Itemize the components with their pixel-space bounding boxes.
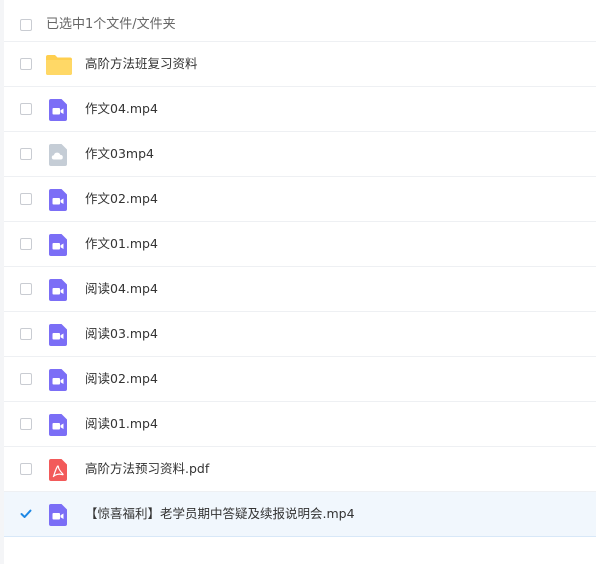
file-list-panel: 已选中1个文件/文件夹 高阶方法班复习资料 作文04.mp4 作文03mp4 作… — [0, 0, 596, 564]
video-icon — [49, 234, 67, 256]
file-name[interactable]: 阅读03.mp4 — [85, 325, 158, 343]
folder-icon — [46, 55, 72, 75]
file-row[interactable]: 作文02.mp4 — [4, 177, 596, 222]
row-checkbox[interactable] — [20, 418, 32, 430]
file-row[interactable]: 阅读02.mp4 — [4, 357, 596, 402]
row-checkbox[interactable] — [20, 58, 32, 70]
video-icon — [49, 279, 67, 301]
row-checkbox[interactable] — [20, 238, 32, 250]
file-row[interactable]: 高阶方法班复习资料 — [4, 42, 596, 87]
video-icon — [49, 189, 67, 211]
file-name[interactable]: 阅读02.mp4 — [85, 370, 158, 388]
file-row-selected[interactable]: 【惊喜福利】老学员期中答疑及续报说明会.mp4 — [4, 492, 596, 537]
file-list: 高阶方法班复习资料 作文04.mp4 作文03mp4 作文02.mp4 作文01… — [4, 42, 596, 537]
video-icon — [49, 504, 67, 526]
file-name[interactable]: 作文01.mp4 — [85, 235, 158, 253]
list-header: 已选中1个文件/文件夹 — [4, 0, 596, 42]
select-all-checkbox[interactable] — [20, 19, 32, 31]
pdf-icon — [49, 459, 67, 481]
checkmark-icon — [20, 509, 32, 518]
file-row[interactable]: 阅读03.mp4 — [4, 312, 596, 357]
video-icon — [49, 414, 67, 436]
row-checkbox[interactable] — [20, 193, 32, 205]
row-checkbox[interactable] — [20, 148, 32, 160]
row-checkbox[interactable] — [20, 328, 32, 340]
row-checkbox[interactable] — [20, 103, 32, 115]
file-row[interactable]: 高阶方法预习资料.pdf — [4, 447, 596, 492]
row-checkbox[interactable] — [20, 373, 32, 385]
video-icon — [49, 369, 67, 391]
file-row[interactable]: 阅读01.mp4 — [4, 402, 596, 447]
file-name[interactable]: 作文04.mp4 — [85, 100, 158, 118]
row-checkbox[interactable] — [20, 283, 32, 295]
file-name[interactable]: 作文02.mp4 — [85, 190, 158, 208]
file-name[interactable]: 【惊喜福利】老学员期中答疑及续报说明会.mp4 — [85, 505, 355, 523]
file-row[interactable]: 阅读04.mp4 — [4, 267, 596, 312]
file-name[interactable]: 高阶方法班复习资料 — [85, 55, 198, 73]
file-row[interactable]: 作文01.mp4 — [4, 222, 596, 267]
row-checkbox-checked[interactable] — [20, 508, 32, 520]
row-checkbox[interactable] — [20, 463, 32, 475]
file-name[interactable]: 高阶方法预习资料.pdf — [85, 460, 209, 478]
cloud-file-icon — [49, 144, 67, 166]
file-row[interactable]: 作文03mp4 — [4, 132, 596, 177]
video-icon — [49, 99, 67, 121]
video-icon — [49, 324, 67, 346]
file-name[interactable]: 阅读04.mp4 — [85, 280, 158, 298]
file-name[interactable]: 作文03mp4 — [85, 145, 154, 163]
selection-count-label: 已选中1个文件/文件夹 — [46, 17, 176, 32]
file-row[interactable]: 作文04.mp4 — [4, 87, 596, 132]
file-name[interactable]: 阅读01.mp4 — [85, 415, 158, 433]
